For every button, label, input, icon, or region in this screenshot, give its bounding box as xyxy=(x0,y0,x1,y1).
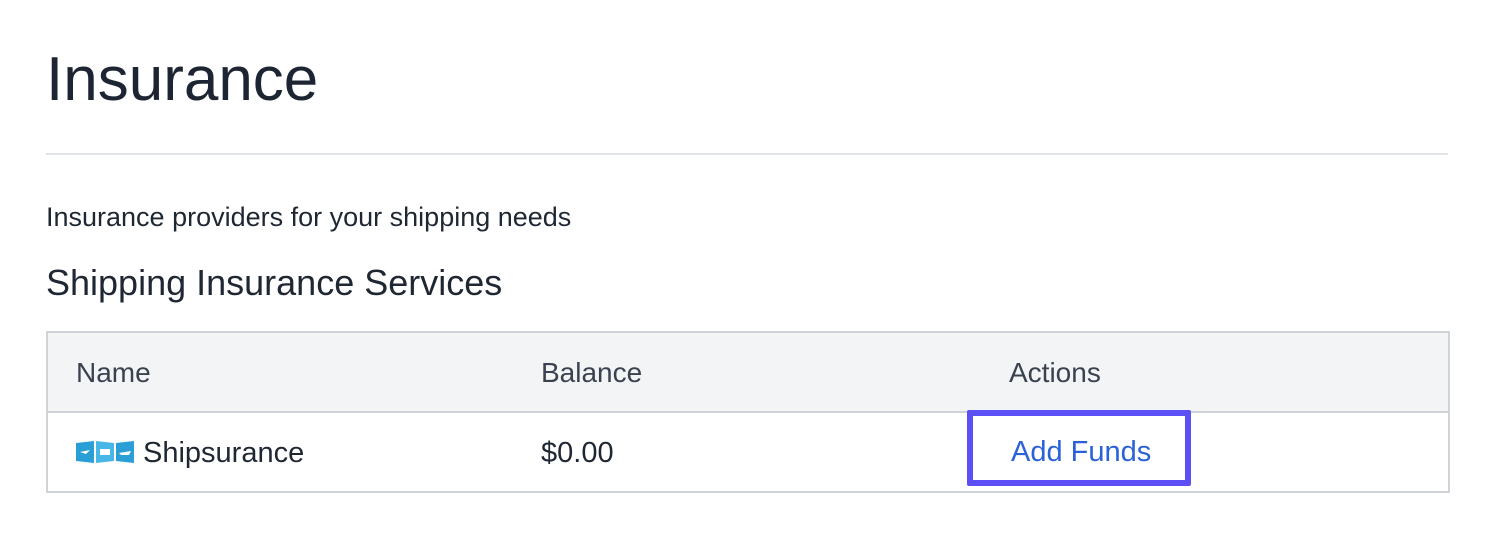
add-funds-link[interactable]: Add Funds xyxy=(967,410,1191,486)
add-funds-label[interactable]: Add Funds xyxy=(1011,434,1151,470)
shipsurance-logo-icon xyxy=(76,439,134,465)
title-divider xyxy=(46,153,1448,155)
insurance-page: Insurance Insurance providers for your s… xyxy=(0,0,1494,538)
table-row: Shipsurance $0.00 Add Funds xyxy=(48,410,1448,491)
page-description: Insurance providers for your shipping ne… xyxy=(46,202,572,232)
insurance-services-table: Name Balance Actions Shipsurance $0.00 A… xyxy=(46,331,1450,493)
provider-name: Shipsurance xyxy=(143,437,305,469)
table-header: Name Balance Actions xyxy=(48,333,1448,413)
column-header-balance: Balance xyxy=(541,357,643,388)
page-title: Insurance xyxy=(46,45,319,114)
column-header-actions: Actions xyxy=(1009,357,1101,388)
provider-balance: $0.00 xyxy=(541,437,614,469)
column-header-name: Name xyxy=(76,357,151,388)
section-title: Shipping Insurance Services xyxy=(46,262,503,303)
